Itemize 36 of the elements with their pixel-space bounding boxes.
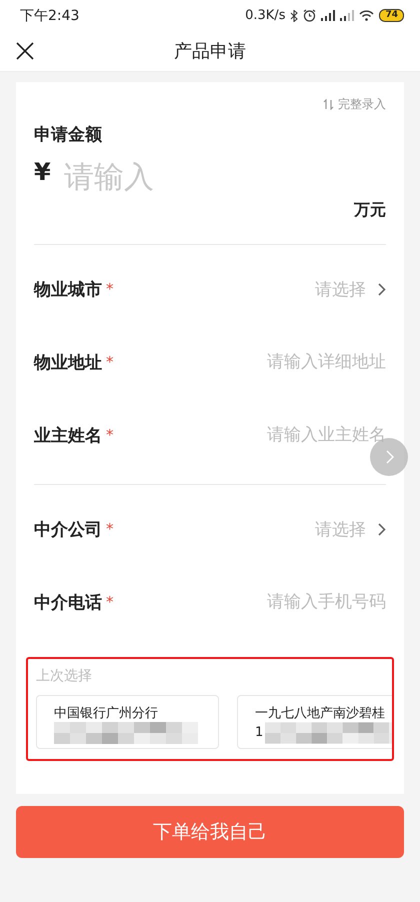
field-label: 物业地址 — [34, 352, 102, 374]
item-name: 一九七八地产南沙碧桂 — [255, 704, 386, 722]
required-mark: * — [106, 593, 114, 612]
unit-label: 万元 — [354, 200, 386, 221]
bluetooth-icon — [290, 10, 298, 22]
sort-icon — [323, 98, 334, 110]
recent-item[interactable]: 一九七八地产南沙碧桂 1 — [237, 694, 392, 749]
status-time: 下午2:43 — [20, 6, 80, 25]
submit-button[interactable]: 下单给我自己 — [16, 806, 404, 858]
required-mark: * — [106, 280, 114, 298]
full-entry-link[interactable]: 完整录入 — [323, 96, 386, 113]
signal-icon — [321, 10, 336, 22]
section-title: 上次选择 — [36, 666, 93, 685]
currency-symbol: ¥ — [34, 158, 52, 186]
field-label: 物业城市 — [34, 278, 102, 301]
wifi-icon — [359, 10, 374, 22]
network-speed: 0.3K/s — [245, 8, 286, 24]
signal-icon — [340, 10, 354, 22]
select-field[interactable]: 请选择 — [315, 278, 386, 301]
field-label: 中介电话 — [34, 592, 102, 614]
close-icon[interactable] — [16, 42, 34, 60]
item-detail: 1 — [255, 725, 264, 740]
required-mark: * — [106, 353, 114, 372]
chevron-icon — [378, 282, 386, 296]
page-title: 产品申请 — [174, 40, 246, 64]
field-label: 申请金额 — [34, 124, 103, 146]
field-label: 业主姓名 — [34, 424, 102, 447]
alarm-icon — [303, 9, 316, 22]
recent-item[interactable]: 中国银行广州分行 — [36, 694, 219, 749]
select-field[interactable]: 请选择 — [315, 518, 386, 541]
required-mark: * — [106, 520, 114, 538]
item-name: 中国银行广州分行 — [54, 704, 159, 722]
required-mark: * — [106, 426, 114, 444]
field-label: 中介公司 — [34, 518, 102, 541]
battery-level: 74 — [379, 9, 404, 22]
chevron-icon — [378, 522, 386, 536]
